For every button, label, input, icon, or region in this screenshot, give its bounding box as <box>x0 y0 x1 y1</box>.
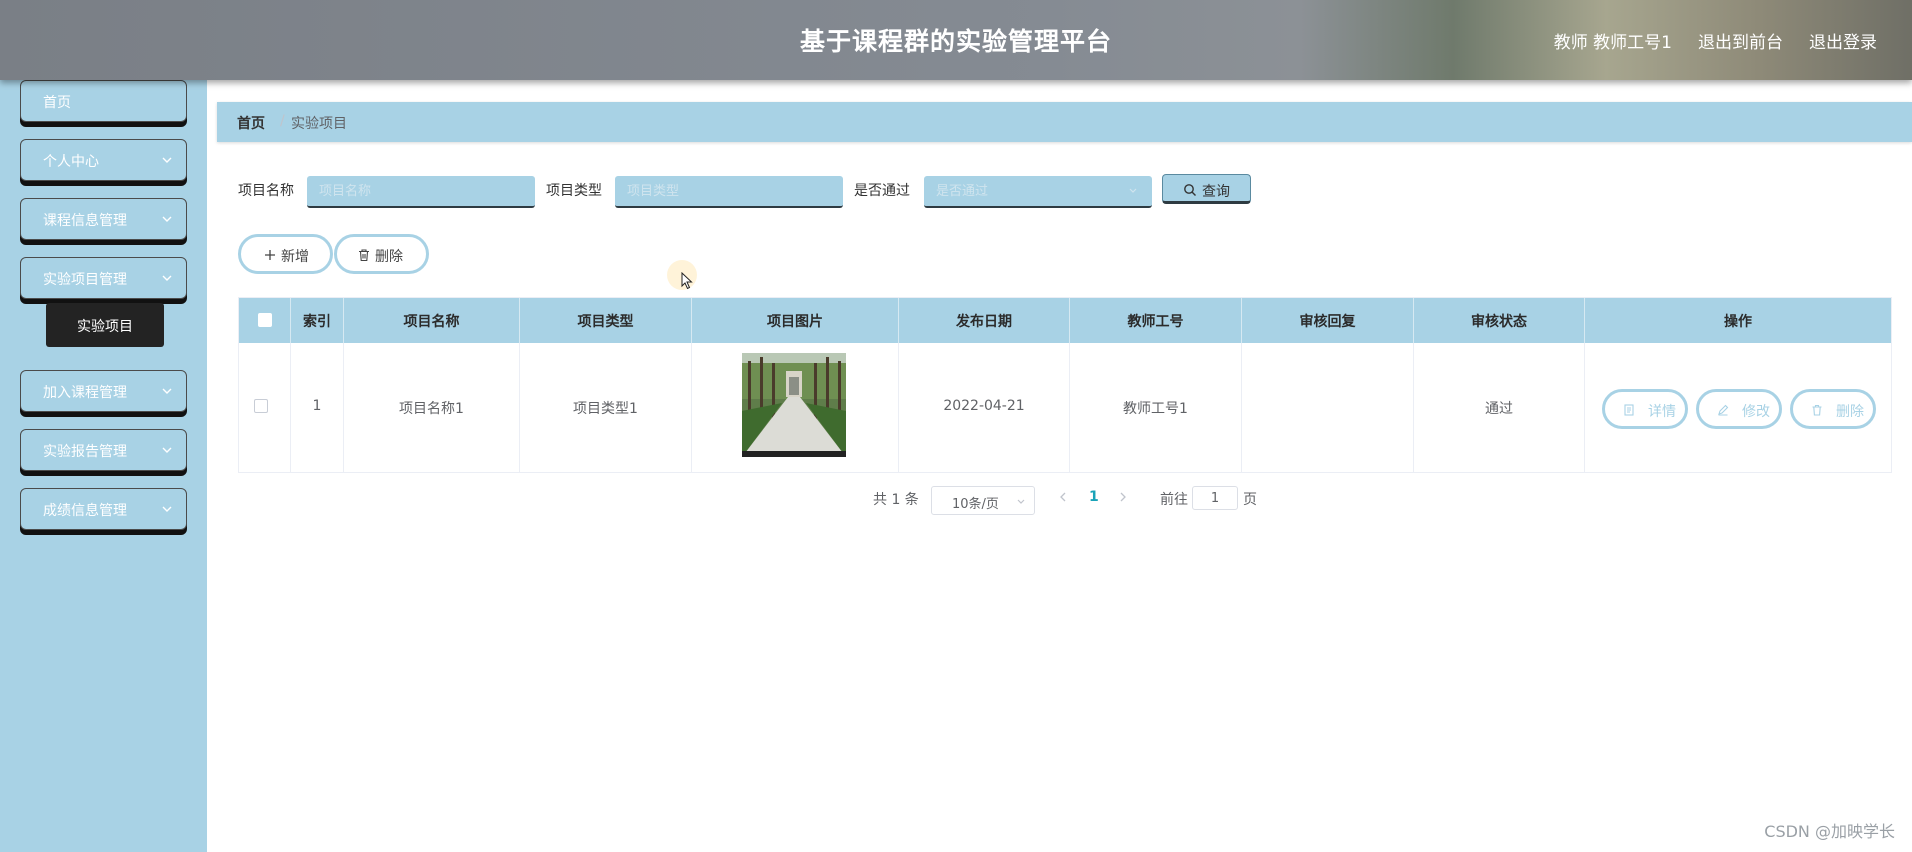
chevron-down-icon <box>1017 499 1025 504</box>
sidebar-item-course-info[interactable]: 课程信息管理 <box>20 198 187 240</box>
chevron-down-icon <box>162 216 172 222</box>
detail-button[interactable]: 详情 <box>1602 389 1688 429</box>
sidebar-item-label: 课程信息管理 <box>43 213 127 229</box>
sidebar-item-home[interactable]: 首页 <box>20 80 187 122</box>
cell-index: 1 <box>291 343 344 472</box>
edit-button-label: 修改 <box>1742 404 1770 420</box>
sidebar-item-grades[interactable]: 成绩信息管理 <box>20 488 187 530</box>
experiment-project-table: 索引 项目名称 项目类型 项目图片 发布日期 教师工号 审核回复 审核状态 操作… <box>238 297 1892 473</box>
chevron-right-icon[interactable] <box>1118 491 1128 503</box>
sidebar: 首页 个人中心 课程信息管理 实验项目管理 实验项目 加入课程管理 实验报告管理… <box>0 80 207 852</box>
cell-image <box>692 343 899 472</box>
sidebar-item-label: 成绩信息管理 <box>43 503 127 519</box>
cell-type: 项目类型1 <box>520 343 692 472</box>
cell-review-status: 通过 <box>1414 343 1585 472</box>
sidebar-item-label: 实验项目管理 <box>43 272 127 288</box>
column-header-review-reply: 审核回复 <box>1242 298 1414 343</box>
project-image[interactable] <box>742 353 846 457</box>
page-size-select[interactable]: 10条/页 <box>931 486 1035 515</box>
breadcrumb-separator: / <box>280 113 285 129</box>
trash-icon <box>1812 404 1822 416</box>
goto-page-input[interactable] <box>1192 486 1238 510</box>
column-header-teacher-no: 教师工号 <box>1070 298 1242 343</box>
chevron-down-icon <box>162 157 172 163</box>
edit-button[interactable]: 修改 <box>1696 389 1782 429</box>
pass-status-select[interactable] <box>924 176 1152 208</box>
breadcrumb-home[interactable]: 首页 <box>237 113 265 133</box>
top-header: 基于课程群的实验管理平台 教师 教师工号1 退出到前台 退出登录 <box>0 0 1912 80</box>
breadcrumb: 首页 / 实验项目 <box>217 102 1912 142</box>
column-header-image: 项目图片 <box>692 298 899 343</box>
page-size-value: 10条/页 <box>952 497 999 512</box>
page-unit-label: 页 <box>1243 492 1257 508</box>
edit-icon <box>1718 404 1729 416</box>
column-header-type: 项目类型 <box>520 298 692 343</box>
select-all-checkbox[interactable] <box>258 313 272 327</box>
cell-name: 项目名称1 <box>344 343 520 472</box>
sidebar-item-experiment-reports[interactable]: 实验报告管理 <box>20 429 187 471</box>
document-icon <box>1624 404 1634 416</box>
sidebar-item-label: 首页 <box>43 95 71 111</box>
watermark: CSDN @加映学长 <box>1764 822 1895 841</box>
cell-teacher-no: 教师工号1 <box>1070 343 1242 472</box>
current-user-label: 教师 教师工号1 <box>1553 33 1672 53</box>
search-icon <box>1184 184 1196 196</box>
delete-button[interactable]: 删除 <box>334 234 429 274</box>
project-type-input[interactable] <box>615 176 843 208</box>
mouse-cursor-icon <box>681 272 693 290</box>
add-button[interactable]: 新增 <box>238 234 333 274</box>
column-header-review-status: 审核状态 <box>1414 298 1585 343</box>
add-button-label: 新增 <box>281 249 309 265</box>
plus-icon <box>265 250 275 260</box>
cell-review-reply <box>1242 343 1414 472</box>
column-header-date: 发布日期 <box>899 298 1070 343</box>
table-header: 索引 项目名称 项目类型 项目图片 发布日期 教师工号 审核回复 审核状态 操作 <box>239 298 1891 343</box>
chevron-down-icon <box>162 388 172 394</box>
row-checkbox[interactable] <box>254 399 268 413</box>
sidebar-item-personal-center[interactable]: 个人中心 <box>20 139 187 181</box>
column-header-operations: 操作 <box>1724 314 1752 330</box>
column-header-index: 索引 <box>291 298 344 343</box>
sidebar-item-experiment-projects[interactable]: 实验项目管理 <box>20 257 187 299</box>
sidebar-item-label: 实验报告管理 <box>43 444 127 460</box>
project-type-label: 项目类型 <box>546 183 602 199</box>
page-number-current[interactable]: 1 <box>1089 489 1099 505</box>
sidebar-item-label: 加入课程管理 <box>43 385 127 401</box>
submenu-item-label: 实验项目 <box>77 319 133 335</box>
breadcrumb-current: 实验项目 <box>291 116 347 132</box>
sidebar-item-label: 个人中心 <box>43 154 99 170</box>
exit-to-frontend-link[interactable]: 退出到前台 <box>1698 28 1783 53</box>
row-delete-button[interactable]: 删除 <box>1790 389 1876 429</box>
project-name-label: 项目名称 <box>238 183 294 199</box>
project-name-input[interactable] <box>307 176 535 208</box>
logout-link[interactable]: 退出登录 <box>1809 28 1877 53</box>
cell-operations: 详情 修改 删除 <box>1585 343 1891 472</box>
chevron-left-icon[interactable] <box>1058 491 1068 503</box>
header-links: 教师 教师工号1 退出到前台 退出登录 <box>1554 28 1877 53</box>
chevron-down-icon <box>1129 188 1137 193</box>
column-header-name: 项目名称 <box>344 298 520 343</box>
table-row: 1 项目名称1 项目类型1 2022-04-21 教师工号1 通过 详情 修改 … <box>239 343 1891 472</box>
select-all-header <box>239 298 291 343</box>
chevron-down-icon <box>162 275 172 281</box>
goto-label: 前往 <box>1160 492 1188 508</box>
chevron-down-icon <box>162 506 172 512</box>
chevron-down-icon <box>162 447 172 453</box>
pass-status-label: 是否通过 <box>854 183 910 199</box>
query-button[interactable]: 查询 <box>1162 174 1251 204</box>
sidebar-item-join-course[interactable]: 加入课程管理 <box>20 370 187 412</box>
trash-icon <box>359 249 369 262</box>
submenu-item-experiment-project[interactable]: 实验项目 <box>46 303 164 347</box>
query-button-label: 查询 <box>1202 184 1230 200</box>
detail-button-label: 详情 <box>1648 404 1676 420</box>
row-select-cell <box>239 343 291 472</box>
pagination-total: 共 1 条 <box>873 492 919 508</box>
delete-button-label: 删除 <box>375 249 403 265</box>
row-delete-button-label: 删除 <box>1836 404 1864 420</box>
cell-date: 2022-04-21 <box>899 343 1070 472</box>
